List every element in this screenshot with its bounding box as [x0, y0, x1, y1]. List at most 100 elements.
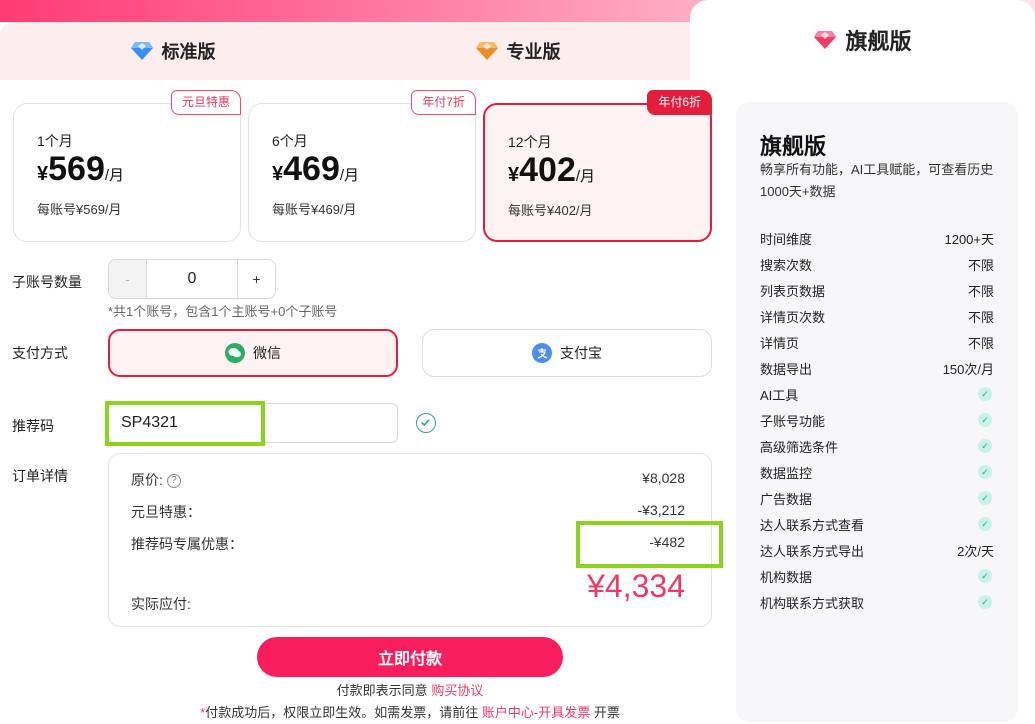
feature-value: 2次/天: [957, 543, 994, 559]
feature-name: 达人联系方式导出: [760, 543, 865, 559]
promo-discount-value: -¥3,212: [637, 502, 685, 518]
feature-row: 搜索次数 不限: [760, 251, 994, 277]
feature-value: 不限: [967, 335, 994, 351]
feature-row: 详情页 不限: [760, 329, 994, 355]
plan-badge: 年付7折: [411, 90, 476, 115]
check-icon: ✓: [978, 517, 992, 531]
plan-term: 12个月: [508, 134, 552, 150]
sub-accounts-stepper: - 0 +: [108, 259, 276, 299]
original-price-value: ¥8,028: [642, 470, 685, 486]
plan-card-1-month[interactable]: 元旦特惠 1个月 ¥569/月 每账号¥569/月: [13, 90, 241, 242]
referral-label: 推荐码: [12, 418, 54, 434]
plan-term: 1个月: [37, 133, 73, 149]
feature-name: 数据监控: [760, 465, 813, 481]
feature-name: 搜索次数: [760, 257, 813, 273]
plan-price: ¥469/月: [272, 150, 360, 188]
feature-row: 高级筛选条件 ✓: [760, 433, 994, 459]
feature-row: 子账号功能 ✓: [760, 407, 994, 433]
footer-note: *付款成功后，权限立即生效。如需发票，请前往 账户中心-开具发票 开票: [200, 705, 620, 720]
feature-name: 时间维度: [760, 231, 813, 247]
plan-price: ¥402/月: [508, 151, 596, 189]
feature-value: 150次/月: [942, 361, 994, 377]
plan-per-account: 每账号¥469/月: [272, 202, 357, 217]
plan-features-panel: 旗舰版 畅享所有功能，AI工具赋能，可查看历史1000天+数据 时间维度 1200…: [736, 102, 1018, 722]
sub-accounts-value[interactable]: 0: [147, 260, 237, 298]
feature-row: 广告数据 ✓: [760, 485, 994, 511]
feature-row: 详情页次数 不限: [760, 303, 994, 329]
amount-due-value: ¥4,334: [587, 568, 685, 604]
plan-card-6-months[interactable]: 年付7折 6个月 ¥469/月 每账号¥469/月: [248, 90, 476, 242]
feature-value: 不限: [967, 257, 994, 273]
feature-name: 子账号功能: [760, 413, 826, 429]
tab-label: 旗舰版: [845, 29, 912, 54]
plan-price: ¥569/月: [37, 150, 125, 188]
sub-accounts-label: 子账号数量: [12, 274, 82, 290]
feature-name: 达人联系方式查看: [760, 517, 865, 533]
original-price-label: 原价:?: [131, 470, 181, 490]
feature-row: 机构数据 ✓: [760, 563, 994, 589]
check-icon: ✓: [978, 569, 992, 583]
check-icon: ✓: [978, 595, 992, 609]
question-icon[interactable]: ?: [166, 474, 181, 489]
alipay-icon: [532, 343, 552, 363]
tab-flagship[interactable]: 旗舰版: [690, 0, 1035, 80]
feature-value: 不限: [967, 309, 994, 325]
plan-tabs: 标准版 专业版 旗舰版: [0, 0, 1035, 80]
feature-value: 不限: [967, 283, 994, 299]
tab-standard[interactable]: 标准版: [0, 22, 345, 80]
check-circle-icon: [416, 413, 436, 433]
invoice-link[interactable]: 账户中心-开具发票: [482, 705, 590, 720]
pay-now-button[interactable]: 立即付款: [257, 637, 563, 677]
alipay-button[interactable]: 支付宝: [422, 329, 712, 377]
plan-per-account: 每账号¥569/月: [37, 202, 122, 217]
feature-row: AI工具 ✓: [760, 381, 994, 407]
tab-pro[interactable]: 专业版: [345, 22, 690, 80]
panel-title: 旗舰版: [760, 134, 827, 159]
wechat-pay-button[interactable]: 微信: [108, 329, 398, 377]
plan-badge: 元旦特惠: [170, 90, 241, 115]
plan-badge: 年付6折: [647, 90, 712, 115]
referral-discount-label: 推荐码专属优惠：: [131, 536, 243, 552]
check-icon: ✓: [978, 491, 992, 505]
wechat-label: 微信: [253, 345, 281, 361]
sub-accounts-hint: *共1个账号，包含1个主账号+0个子账号: [108, 304, 338, 319]
feature-row: 达人联系方式查看 ✓: [760, 511, 994, 537]
check-icon: ✓: [978, 465, 992, 479]
panel-description: 畅享所有功能，AI工具赋能，可查看历史1000天+数据: [760, 162, 994, 199]
check-icon: ✓: [978, 387, 992, 401]
amount-due-label: 实际应付:: [131, 596, 191, 612]
diamond-icon: [475, 42, 498, 60]
plan-card-12-months[interactable]: 年付6折 12个月 ¥402/月 每账号¥402/月: [483, 90, 712, 242]
check-icon: ✓: [978, 439, 992, 453]
feature-name: AI工具: [760, 387, 799, 403]
tab-label: 专业版: [506, 42, 561, 62]
feature-value: 1200+天: [944, 231, 994, 247]
feature-name: 列表页数据: [760, 283, 826, 299]
feature-row: 时间维度 1200+天: [760, 225, 994, 251]
diamond-icon: [814, 31, 837, 49]
feature-name: 广告数据: [760, 491, 813, 507]
wechat-icon: [225, 343, 245, 363]
order-details-label: 订单详情: [12, 468, 68, 484]
increment-button[interactable]: +: [237, 260, 275, 298]
purchase-agreement-link[interactable]: 购买协议: [431, 683, 483, 698]
feature-name: 详情页次数: [760, 309, 826, 325]
feature-name: 详情页: [760, 335, 800, 351]
agreement-text: 付款即表示同意 购买协议: [336, 683, 484, 698]
feature-name: 数据导出: [760, 361, 813, 377]
feature-row: 数据监控 ✓: [760, 459, 994, 485]
feature-row: 机构联系方式获取 ✓: [760, 589, 994, 615]
tab-label: 标准版: [161, 42, 216, 62]
payment-label: 支付方式: [12, 345, 68, 361]
diamond-icon: [130, 42, 153, 60]
promo-discount-label: 元旦特惠：: [131, 504, 201, 520]
check-icon: ✓: [978, 413, 992, 427]
highlight-box-referral: [105, 401, 265, 446]
alipay-label: 支付宝: [560, 345, 602, 361]
highlight-box-discount: [576, 521, 723, 568]
decrement-button[interactable]: -: [109, 260, 147, 298]
plan-term: 6个月: [272, 133, 308, 149]
feature-row: 数据导出 150次/月: [760, 355, 994, 381]
feature-row: 列表页数据 不限: [760, 277, 994, 303]
feature-name: 高级筛选条件: [760, 439, 839, 455]
